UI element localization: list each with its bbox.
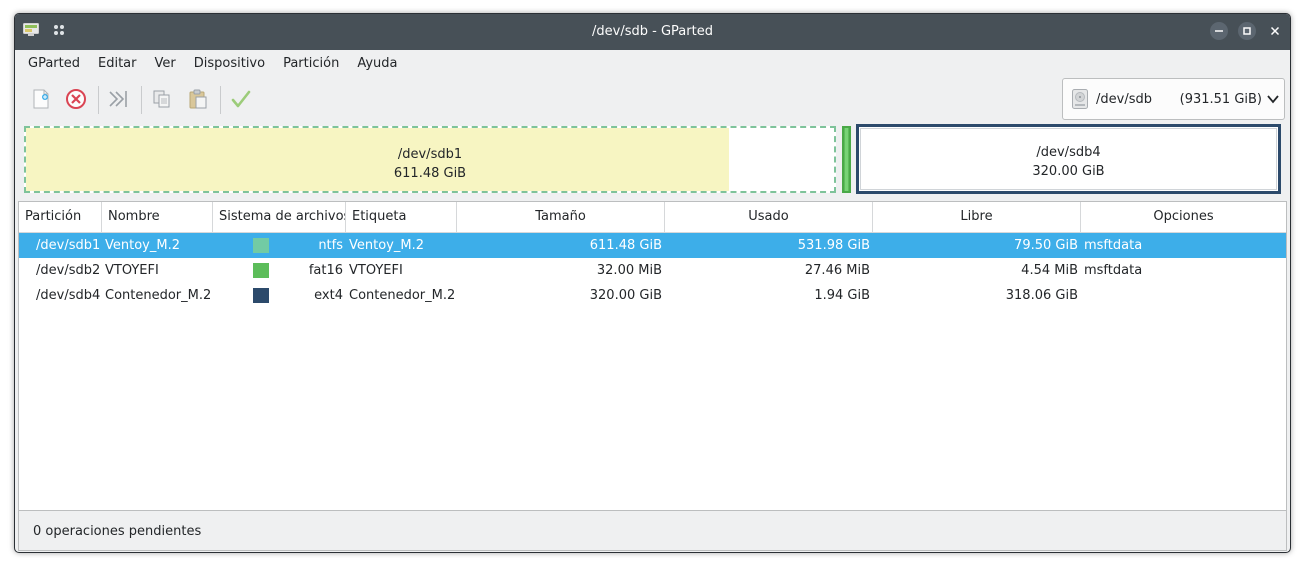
- diskmap-partition-sdb4[interactable]: /dev/sdb4 320.00 GiB: [856, 124, 1281, 194]
- cell-tamano: 611.48 GiB: [589, 238, 662, 253]
- diskmap-partition-sdb2[interactable]: [842, 126, 851, 193]
- new-partition-icon: [33, 89, 49, 109]
- diskmap-sdb1-name: /dev/sdb1: [397, 147, 463, 162]
- diskmap-sdb1-label: /dev/sdb1 611.48 GiB: [26, 145, 834, 183]
- apply-operations-icon: [231, 90, 251, 108]
- cell-libre: 318.06 GiB: [1005, 288, 1078, 303]
- column-header-nombre[interactable]: Nombre: [102, 202, 213, 232]
- paste-button[interactable]: [183, 84, 213, 114]
- cell-opciones: msftdata: [1084, 238, 1143, 253]
- column-header-opciones[interactable]: Opciones: [1081, 202, 1286, 232]
- new-partition-button[interactable]: [26, 84, 56, 114]
- filesystem-color-swatch: [253, 238, 269, 253]
- toolbar-separator: [141, 86, 142, 114]
- toolbar-separator: [98, 86, 99, 114]
- cell-etiqueta: Contenedor_M.2: [349, 288, 456, 303]
- cell-filesystem: ntfs: [318, 238, 343, 253]
- pending-operations-status: 0 operaciones pendientes: [33, 524, 202, 539]
- menu-particion[interactable]: Partición: [274, 50, 348, 78]
- filesystem-color-swatch: [253, 288, 269, 303]
- maximize-icon: [1243, 27, 1251, 35]
- cell-etiqueta: Ventoy_M.2: [349, 238, 424, 253]
- partition-table: Partición Nombre Sistema de archivos Eti…: [18, 201, 1287, 511]
- resize-move-button[interactable]: [104, 84, 134, 114]
- cell-opciones: msftdata: [1084, 263, 1143, 278]
- minimize-icon: [1215, 30, 1223, 32]
- toolbar: [15, 81, 1055, 119]
- cell-usado: 27.46 MiB: [804, 263, 870, 278]
- cell-particion: /dev/sdb1: [36, 238, 101, 253]
- disk-map: /dev/sdb1 611.48 GiB /dev/sdb4 320.00 Gi…: [22, 124, 1285, 197]
- column-header-etiqueta[interactable]: Etiqueta: [346, 202, 457, 232]
- close-window-button[interactable]: [1266, 22, 1284, 40]
- column-header-usado[interactable]: Usado: [665, 202, 873, 232]
- table-row[interactable]: /dev/sdb1 Ventoy_M.2 ntfs Ventoy_M.2 611…: [19, 233, 1286, 258]
- copy-button[interactable]: [147, 84, 177, 114]
- close-icon: [1270, 26, 1280, 36]
- cell-tamano: 32.00 MiB: [596, 263, 662, 278]
- gparted-window: /dev/sdb - GParted GParted Editar Ver Di…: [14, 13, 1291, 553]
- cell-etiqueta: VTOYEFI: [349, 263, 403, 278]
- table-header: Partición Nombre Sistema de archivos Eti…: [19, 202, 1286, 233]
- menu-editar[interactable]: Editar: [89, 50, 146, 78]
- delete-partition-button[interactable]: [61, 84, 91, 114]
- maximize-button[interactable]: [1238, 22, 1256, 40]
- diskmap-sdb4-size: 320.00 GiB: [1032, 164, 1105, 179]
- copy-icon: [153, 90, 170, 108]
- used-space-fill: [845, 128, 848, 191]
- toolbar-separator: [220, 86, 221, 114]
- resize-move-icon: [109, 91, 127, 107]
- menu-bar: GParted Editar Ver Dispositivo Partición…: [15, 50, 1290, 78]
- apply-operations-button[interactable]: [226, 84, 256, 114]
- menu-dispositivo[interactable]: Dispositivo: [185, 50, 274, 78]
- cell-tamano: 320.00 GiB: [589, 288, 662, 303]
- delete-partition-icon: [66, 89, 86, 109]
- device-name: /dev/sdb: [1096, 92, 1152, 107]
- cell-usado: 1.94 GiB: [814, 288, 870, 303]
- column-header-libre[interactable]: Libre: [873, 202, 1081, 232]
- title-bar: /dev/sdb - GParted: [15, 14, 1290, 50]
- cell-usado: 531.98 GiB: [797, 238, 870, 253]
- device-size: (931.51 GiB): [1179, 92, 1262, 107]
- table-row[interactable]: /dev/sdb4 Contenedor_M.2 ext4 Contenedor…: [19, 283, 1286, 308]
- status-bar: 0 operaciones pendientes: [18, 511, 1287, 551]
- cell-libre: 79.50 GiB: [1014, 238, 1078, 253]
- cell-filesystem: ext4: [314, 288, 343, 303]
- column-header-particion[interactable]: Partición: [19, 202, 102, 232]
- menu-ver[interactable]: Ver: [146, 50, 185, 78]
- chevron-down-icon: [1267, 95, 1279, 104]
- cell-nombre: Contenedor_M.2: [105, 288, 212, 303]
- cell-nombre: VTOYEFI: [105, 263, 159, 278]
- column-header-tamano[interactable]: Tamaño: [457, 202, 665, 232]
- menu-ayuda[interactable]: Ayuda: [348, 50, 406, 78]
- cell-particion: /dev/sdb4: [36, 288, 101, 303]
- column-header-sistema[interactable]: Sistema de archivos: [213, 202, 346, 232]
- cell-libre: 4.54 MiB: [1021, 263, 1078, 278]
- device-selector[interactable]: /dev/sdb (931.51 GiB): [1062, 78, 1285, 120]
- diskmap-sdb1-size: 611.48 GiB: [393, 166, 467, 181]
- diskmap-sdb4-name: /dev/sdb4: [1036, 145, 1101, 160]
- menu-gparted[interactable]: GParted: [19, 50, 89, 78]
- cell-particion: /dev/sdb2: [36, 263, 101, 278]
- window-title: /dev/sdb - GParted: [592, 24, 713, 39]
- paste-icon: [189, 89, 207, 109]
- filesystem-color-swatch: [253, 263, 269, 278]
- diskmap-partition-sdb1[interactable]: /dev/sdb1 611.48 GiB: [24, 126, 836, 193]
- table-row[interactable]: /dev/sdb2 VTOYEFI fat16 VTOYEFI 32.00 Mi…: [19, 258, 1286, 283]
- minimize-button[interactable]: [1210, 22, 1228, 40]
- cell-filesystem: fat16: [308, 263, 343, 278]
- cell-nombre: Ventoy_M.2: [105, 238, 180, 253]
- hard-disk-icon: [1072, 89, 1088, 109]
- diskmap-sdb4-label: /dev/sdb4 320.00 GiB: [859, 143, 1278, 181]
